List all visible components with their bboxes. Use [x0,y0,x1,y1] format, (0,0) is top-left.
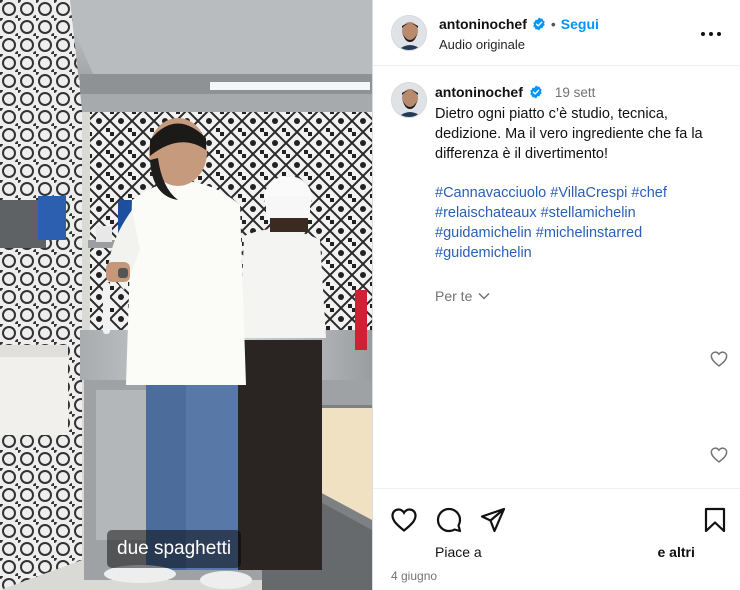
follow-button[interactable]: Segui [561,16,599,32]
post-panel: antoninochef • Segui Audio originale ant… [372,0,740,590]
redacted-username [485,545,654,557]
chevron-down-icon [478,292,490,300]
audio-link[interactable]: Audio originale [439,37,525,52]
caption-text: Dietro ogni piatto c’è studio, tecnica, … [435,106,703,162]
heart-icon[interactable] [710,447,728,463]
avatar[interactable] [391,15,427,51]
heart-icon[interactable] [710,351,728,367]
hashtag-link[interactable]: #michelinstarred [536,225,642,241]
for-you-dropdown[interactable]: Per te [435,288,490,304]
hashtag-link[interactable]: #chef [631,185,666,201]
post-video[interactable]: due spaghetti [0,0,372,590]
separator-dot: • [550,16,556,32]
more-options-icon[interactable] [699,22,723,42]
avatar[interactable] [391,82,427,118]
header-username[interactable]: antoninochef [439,16,527,32]
likes-summary[interactable]: Piace a e altri [435,544,695,560]
hashtag-link[interactable]: #relaischateaux [435,205,537,221]
bookmark-icon[interactable] [702,507,728,533]
hashtag-link[interactable]: #stellamichelin [541,205,636,221]
for-you-label: Per te [435,288,473,304]
post-header: antoninochef • Segui Audio originale [373,0,740,66]
hashtag-list: #Cannavacciuolo #VillaCrespi #chef #rela… [435,183,730,263]
likes-prefix: Piace a [435,544,482,560]
hashtag-link[interactable]: #guidamichelin [435,225,532,241]
comment-date: 19 sett [554,84,596,100]
hashtag-link[interactable]: #Cannavacciuolo [435,185,546,201]
kitchen-scene [0,0,372,590]
post-actions: Piace a e altri 4 giugno [373,488,740,590]
hashtag-link[interactable]: #VillaCrespi [550,185,627,201]
share-icon[interactable] [480,507,506,533]
post-date: 4 giugno [391,569,438,583]
comment-icon[interactable] [436,507,462,533]
verified-badge-icon [530,85,542,99]
video-subtitle: due spaghetti [107,530,242,568]
likes-suffix: e altri [657,544,695,560]
comment-username[interactable]: antoninochef [435,84,523,100]
hashtag-link[interactable]: #guidemichelin [435,245,532,261]
verified-badge-icon [533,17,545,31]
heart-icon[interactable] [391,507,417,533]
